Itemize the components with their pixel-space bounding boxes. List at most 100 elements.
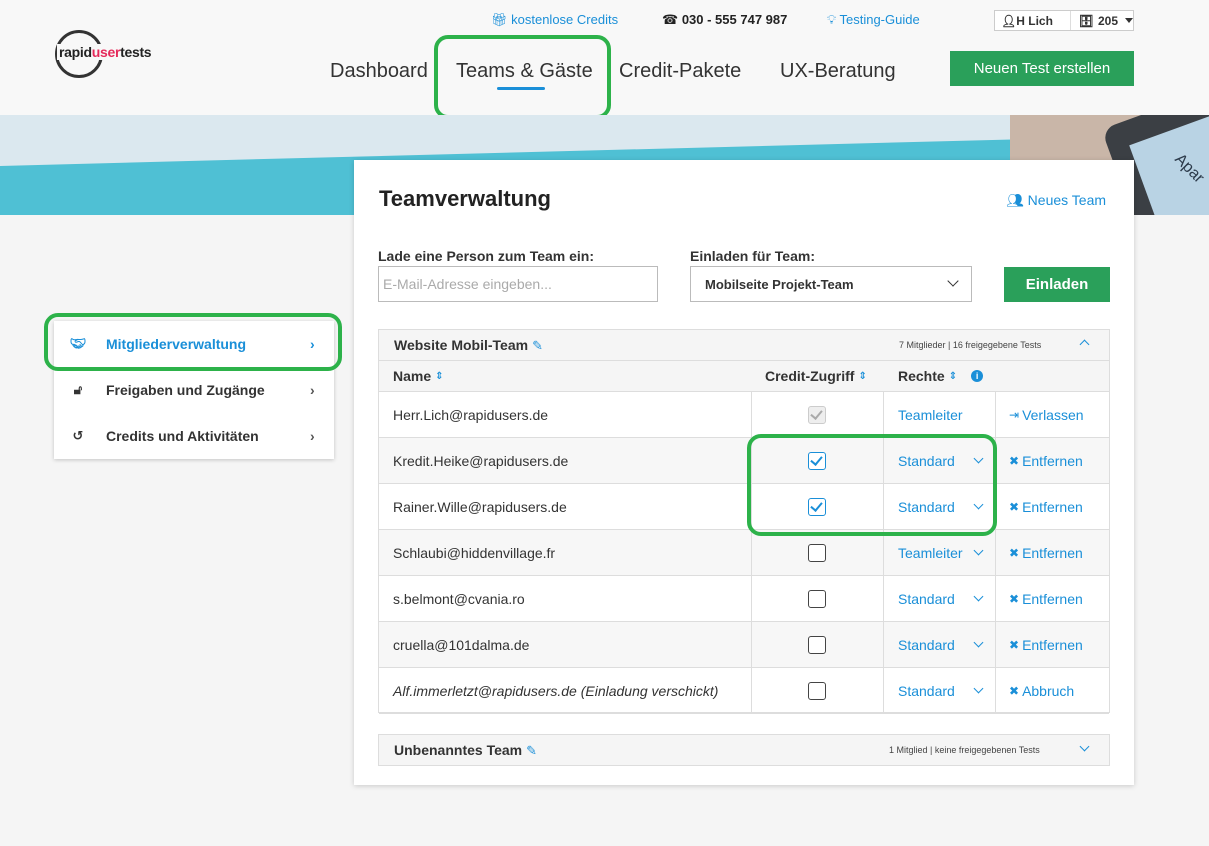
team-header[interactable]: Website Mobil-Team ✎ 7 Mitglieder | 16 fr…	[379, 330, 1109, 361]
rights-select: Teamleiter	[898, 407, 963, 423]
sidebar-item-freigaben[interactable]: 🔓︎ Freigaben und Zugänge ›	[54, 367, 334, 413]
chevron-down-icon[interactable]	[973, 637, 984, 648]
member-action-button[interactable]: ✖︎ Entfernen	[1009, 622, 1083, 668]
member-action-button[interactable]: ✖︎ Entfernen	[1009, 438, 1083, 484]
chevron-right-icon: ›	[310, 428, 315, 444]
chevron-down-icon[interactable]	[973, 683, 984, 694]
column-divider	[883, 576, 884, 622]
member-action-button[interactable]: ✖︎ Entfernen	[1009, 484, 1083, 530]
invite-label: Lade eine Person zum Team ein:	[378, 248, 595, 264]
member-action-button[interactable]: ✖︎ Entfernen	[1009, 576, 1083, 622]
column-divider	[995, 668, 996, 714]
column-divider	[751, 668, 752, 714]
user-remove-icon: ✖︎	[1009, 454, 1020, 468]
member-action-button[interactable]: ⇥ Verlassen	[1009, 392, 1084, 438]
column-rights[interactable]: Rechte ⇕ i	[883, 361, 1109, 392]
table-row: Rainer.Wille@rapidusers.de Standard ✖︎ Entf…	[379, 484, 1109, 530]
user-name: H Lich	[1016, 13, 1053, 28]
unlock-icon: 🔓︎	[73, 382, 83, 397]
column-divider	[883, 392, 884, 438]
credit-access-checkbox[interactable]	[808, 590, 826, 608]
sign-out-icon: ⇥	[1009, 408, 1020, 422]
rights-select[interactable]: Standard	[898, 622, 955, 668]
chevron-down-icon	[947, 275, 959, 287]
page-title: Teamverwaltung	[379, 186, 551, 211]
chevron-down-icon[interactable]	[1079, 741, 1090, 752]
rights-select[interactable]: Standard	[898, 576, 955, 622]
column-divider	[995, 392, 996, 438]
team-unbenannt[interactable]: Unbenanntes Team ✎ 1 Mitglied | keine fre…	[378, 734, 1110, 766]
table-row: Kredit.Heike@rapidusers.de Standard ✖︎ Entf…	[379, 438, 1109, 484]
member-action-label: Abbruch	[1022, 683, 1075, 699]
free-credits-link[interactable]: 🎁︎ kostenlose Credits	[491, 12, 618, 28]
table-row: Schlaubi@hiddenvillage.fr Teamleiter ✖︎ Ent…	[379, 530, 1109, 576]
column-credit-access[interactable]: Credit-Zugriff ⇕	[751, 361, 883, 392]
testing-guide-link[interactable]: 💡︎ Testing-Guide	[827, 12, 920, 28]
pencil-icon[interactable]: ✎	[526, 743, 537, 758]
member-email: cruella@101dalma.de	[393, 637, 530, 653]
chevron-down-icon[interactable]	[973, 545, 984, 556]
credit-access-checkbox[interactable]	[808, 636, 826, 654]
chevron-right-icon: ›	[310, 382, 315, 398]
column-name[interactable]: Name ⇕	[379, 361, 751, 392]
member-email: Schlaubi@hiddenvillage.fr	[393, 545, 556, 561]
team-meta: 1 Mitglied | keine freigegebenen Tests	[889, 745, 1040, 755]
team-management-panel: Teamverwaltung 👥︎ Neues Team Lade eine P…	[354, 160, 1134, 785]
column-divider	[751, 392, 752, 438]
user-remove-icon: ✖︎	[1009, 546, 1020, 560]
member-action-label: Entfernen	[1022, 453, 1083, 469]
user-remove-icon: ✖︎	[1009, 500, 1020, 514]
table-row: cruella@101dalma.de Standard ✖︎ Entfernen	[379, 622, 1109, 668]
users-icon: 👥︎	[1006, 192, 1028, 208]
sort-icon: ⇕	[858, 370, 867, 382]
column-divider	[751, 576, 752, 622]
credit-access-checkbox	[808, 406, 826, 424]
user-icon: 👤︎	[1001, 13, 1017, 28]
credit-access-checkbox[interactable]	[808, 682, 826, 700]
chevron-down-icon[interactable]	[973, 591, 984, 602]
member-action-label: Entfernen	[1022, 499, 1083, 515]
nav-credit-pakete[interactable]: Credit-Pakete	[619, 60, 741, 83]
table-row: Herr.Lich@rapidusers.de Teamleiter ⇥ Verlas…	[379, 392, 1109, 438]
member-action-label: Entfernen	[1022, 591, 1083, 607]
team-select[interactable]: Mobilseite Projekt-Team	[690, 266, 972, 302]
rights-select[interactable]: Standard	[898, 668, 955, 714]
sort-icon: ⇕	[948, 370, 958, 382]
highlight-teams-nav	[434, 35, 611, 119]
database-icon: 🗄︎	[1078, 13, 1094, 28]
sidebar-item-credits[interactable]: ↺ Credits und Aktivitäten ›	[54, 413, 334, 459]
credit-access-checkbox[interactable]	[808, 544, 826, 562]
user-menu[interactable]: 👤︎ H Lich 🗄︎ 205	[994, 10, 1134, 31]
column-divider	[883, 668, 884, 714]
member-email: Herr.Lich@rapidusers.de	[393, 407, 549, 423]
nav-ux-beratung[interactable]: UX-Beratung	[780, 60, 896, 83]
new-team-link[interactable]: 👥︎ Neues Team	[1006, 192, 1106, 209]
column-divider	[751, 530, 752, 576]
team-website-mobil: Website Mobil-Team ✎ 7 Mitglieder | 16 fr…	[378, 329, 1110, 714]
history-icon: ↺	[72, 428, 84, 443]
header: rapidusertests 🎁︎ kostenlose Credits ☎ 0…	[0, 0, 1209, 119]
nav-dashboard[interactable]: Dashboard	[330, 60, 428, 83]
member-email: s.belmont@cvania.ro	[393, 591, 525, 607]
logo-text: rapidusertests	[57, 44, 154, 60]
column-divider	[883, 622, 884, 668]
invite-button[interactable]: Einladen	[1004, 267, 1110, 302]
email-input[interactable]	[378, 266, 658, 302]
member-action-label: Entfernen	[1022, 545, 1083, 561]
user-remove-icon: ✖︎	[1009, 684, 1020, 698]
column-divider	[883, 530, 884, 576]
lightbulb-icon: 💡︎	[827, 12, 840, 27]
member-email: Rainer.Wille@rapidusers.de	[393, 499, 567, 515]
team-name: Website Mobil-Team	[394, 337, 529, 353]
info-icon[interactable]: i	[971, 370, 984, 382]
chevron-up-icon[interactable]	[1079, 339, 1090, 350]
member-action-button[interactable]: ✖︎ Entfernen	[1009, 530, 1083, 576]
credit-count: 205	[1097, 13, 1118, 28]
logo[interactable]: rapidusertests	[55, 30, 175, 80]
pencil-icon[interactable]: ✎	[532, 338, 543, 353]
member-action-button[interactable]: ✖︎ Abbruch	[1009, 668, 1074, 714]
rights-select[interactable]: Teamleiter	[898, 530, 963, 576]
highlight-credit-rights-cells	[747, 434, 997, 536]
sort-icon: ⇕	[435, 370, 444, 382]
new-test-button[interactable]: Neuen Test erstellen	[950, 51, 1134, 86]
